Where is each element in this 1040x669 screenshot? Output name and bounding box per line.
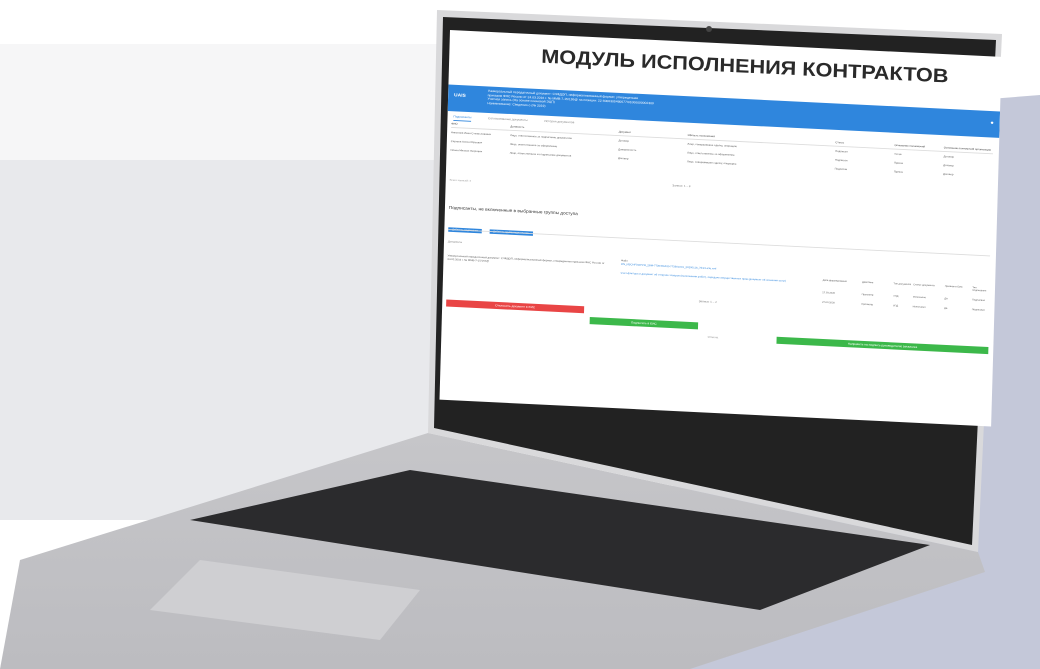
table-cell: Подписано <box>971 298 986 302</box>
column-header: Должность <box>510 124 525 129</box>
documents-pager[interactable]: Записи: 1 – 2 <box>699 299 717 303</box>
column-header: Статус <box>835 140 845 145</box>
records-total: Всего записей: 3 <box>449 178 472 183</box>
table-cell: Устав <box>894 152 902 156</box>
documents-header: Документы <box>447 239 463 244</box>
column-header: Тип подписания <box>972 286 987 293</box>
table-cell: Подписан <box>835 149 848 154</box>
table-cell: Ильин Михаил Петрович <box>450 148 483 154</box>
table-cell[interactable]: Просмотр <box>861 303 893 307</box>
table-cell: Да <box>944 297 948 301</box>
table-cell: Исполнено <box>912 305 926 309</box>
column-header: Признак в ЕИС <box>944 284 963 289</box>
column-header: Действие <box>862 280 874 285</box>
table-cell: Договор <box>618 138 629 143</box>
table-header: Дата формирования Действие Тип документа… <box>823 279 991 292</box>
table-cell: Сергеев Антон Юрьевич <box>450 139 483 145</box>
camera-icon <box>706 26 712 32</box>
table-pager[interactable]: Записи: 1 – 3 <box>672 184 690 188</box>
column-header: Тип документа <box>893 282 912 286</box>
laptop-screen: МОДУЛЬ ИСПОЛНЕНИЯ КОНТРАКТОВ UAIS Универ… <box>439 30 1002 427</box>
document-files: Файл ON_NSCHFDOPPR_2BM-7726356420-772601… <box>621 259 818 284</box>
background-band <box>0 44 470 160</box>
table-cell: Договор <box>943 154 954 159</box>
tab-signers[interactable]: Подписанты <box>453 114 472 122</box>
section-title: Подписанты, не включенные в выбранные гр… <box>448 206 578 217</box>
reject-button[interactable]: Отклонить документ в ЕИС <box>446 299 585 314</box>
table-cell[interactable]: Просмотр <box>862 293 894 297</box>
table-cell: 27.03.2020 <box>821 301 835 305</box>
table-cell: Николаев Иван Станиславович <box>450 130 492 136</box>
table-cell: Да <box>944 306 948 310</box>
table-cell: Лицо, ответственное за подписание докуме… <box>509 150 572 158</box>
table-row[interactable]: 27.03.2020 Просмотр УПД Исполнено Да Под… <box>822 291 990 302</box>
table-cell: УПД <box>893 294 899 298</box>
column-header: Дата формирования <box>822 279 847 283</box>
column-header: ФИО <box>451 121 458 126</box>
table-cell: УПД <box>892 304 899 308</box>
page-title: МОДУЛЬ ИСПОЛНЕНИЯ КОНТРАКТОВ <box>540 45 949 87</box>
documents-table: Дата формирования Действие Тип документа… <box>822 279 990 312</box>
table-cell: Лицо, ответственное за оформление <box>509 142 558 149</box>
column-header: Документ <box>618 129 632 134</box>
cancel-button[interactable]: Отмена <box>708 335 719 339</box>
table-cell: Подписан <box>834 166 848 171</box>
document-description: Универсальный передаточный документ: СЧФ… <box>447 253 605 265</box>
table-cell: Договор <box>942 172 954 177</box>
table-cell: Приказ <box>893 160 904 165</box>
access-group-chips: Добавить подписанта Добавить группу подп… <box>448 219 536 239</box>
table-cell: Доверенность <box>618 147 637 152</box>
sign-button[interactable]: Подписать в ЕИС <box>589 317 699 330</box>
column-header: Статус документа <box>913 283 935 288</box>
table-cell: Исполнено <box>912 295 926 300</box>
table-row[interactable]: 27.03.2020 Просмотр УПД Исполнено Да Под… <box>822 301 990 312</box>
send-for-signature-button[interactable]: Направить на подпись руководителю заказч… <box>776 336 989 355</box>
table-cell: Подписан <box>834 158 848 163</box>
table-cell: Лицо, совершившее сделку, операцию <box>686 159 737 166</box>
app-logo[interactable]: UAIS <box>454 93 466 99</box>
column-header: Основание полномочий организации <box>943 145 992 152</box>
table-cell: Приказ <box>893 169 903 174</box>
table-cell: Договор <box>617 156 629 161</box>
table-cell: Подписано <box>971 308 985 312</box>
tab-document-history[interactable]: История документов <box>544 119 574 124</box>
column-header: Основание полномочий <box>894 143 926 149</box>
table-cell: 27.03.2020 <box>822 291 836 295</box>
tab-approved-documents[interactable]: Согласованные документы <box>488 116 528 121</box>
divider <box>448 229 991 256</box>
user-icon[interactable]: ● <box>990 121 994 126</box>
table-cell: Договор <box>943 163 954 168</box>
